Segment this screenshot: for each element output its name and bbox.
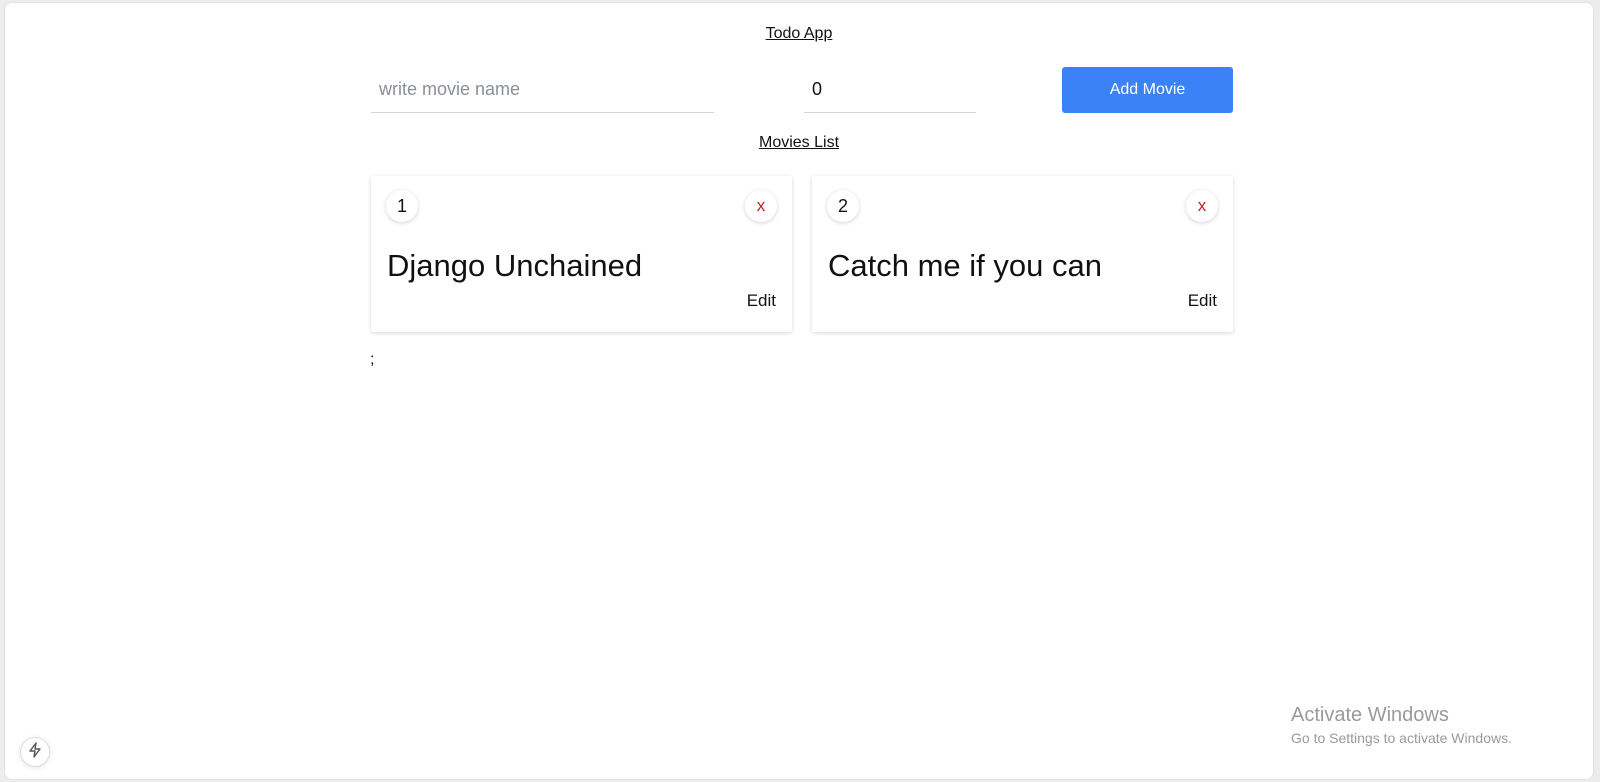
app-title: Todo App bbox=[765, 25, 833, 42]
devtools-button[interactable] bbox=[20, 737, 50, 767]
movies-list: 1 x Django Unchained Edit 2 x Catch me i… bbox=[371, 176, 1233, 332]
edit-movie-button[interactable]: Edit bbox=[747, 291, 776, 311]
movie-card: 2 x Catch me if you can Edit bbox=[812, 176, 1233, 332]
movie-number-badge: 2 bbox=[827, 190, 859, 222]
lightning-bolt-icon bbox=[28, 741, 42, 763]
movie-number-badge: 1 bbox=[386, 190, 418, 222]
watermark-title: Activate Windows bbox=[1291, 704, 1449, 726]
app-window: Todo App Add Movie Movies List 1 x Djang… bbox=[4, 2, 1594, 780]
movie-card: 1 x Django Unchained Edit bbox=[371, 176, 792, 332]
movie-title: Django Unchained bbox=[387, 248, 643, 283]
movie-rating-input[interactable] bbox=[804, 67, 976, 113]
movies-list-title: Movies List bbox=[758, 134, 840, 151]
activate-windows-watermark: Activate Windows Go to Settings to activ… bbox=[1291, 703, 1512, 747]
add-movie-button[interactable]: Add Movie bbox=[1062, 67, 1233, 113]
stray-text: ; bbox=[370, 351, 375, 368]
add-movie-form: Add Movie bbox=[371, 67, 1233, 113]
movie-name-input[interactable] bbox=[371, 67, 714, 113]
delete-movie-button[interactable]: x bbox=[745, 190, 777, 222]
movie-title: Catch me if you can bbox=[828, 248, 1102, 283]
edit-movie-button[interactable]: Edit bbox=[1188, 291, 1217, 311]
delete-movie-button[interactable]: x bbox=[1186, 190, 1218, 222]
watermark-subtitle: Go to Settings to activate Windows. bbox=[1291, 730, 1512, 746]
